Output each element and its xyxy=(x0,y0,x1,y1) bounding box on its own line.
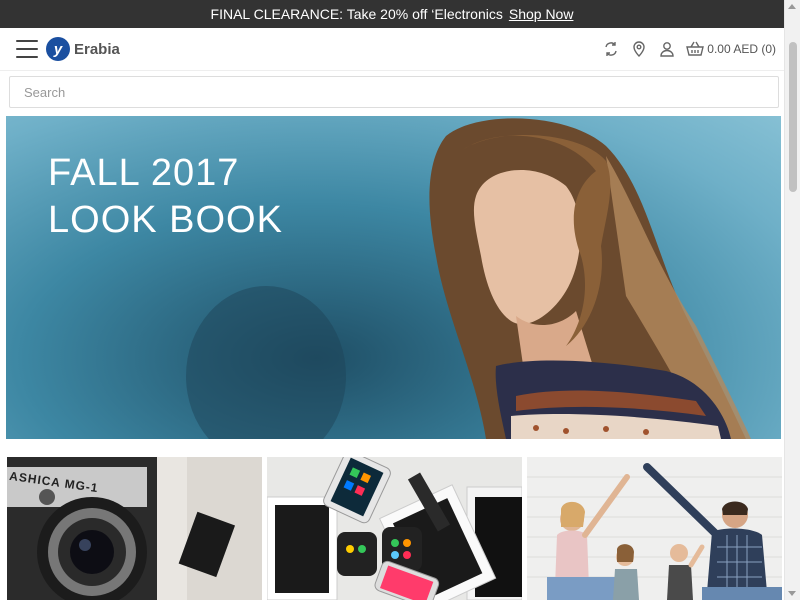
hero-title-line1: FALL 2017 xyxy=(48,152,240,194)
family-image xyxy=(527,457,782,600)
shop-now-link[interactable]: Shop Now xyxy=(509,6,574,22)
cart-summary: 0.00 AED (0) xyxy=(707,42,776,56)
location-pin-icon[interactable] xyxy=(630,40,648,58)
hero-title: FALL 2017 LOOK BOOK xyxy=(48,150,283,244)
menu-icon[interactable] xyxy=(16,40,38,58)
user-icon[interactable] xyxy=(658,40,676,58)
devices-image xyxy=(267,457,522,600)
page-scrollbar[interactable] xyxy=(784,0,800,600)
page: FINAL CLEARANCE: Take 20% off ‘Electroni… xyxy=(0,0,784,600)
logo-mark: y xyxy=(46,37,70,61)
scroll-up-arrow-icon[interactable] xyxy=(788,4,796,9)
scroll-thumb[interactable] xyxy=(789,42,797,192)
tile-devices[interactable] xyxy=(267,457,522,600)
logo[interactable]: y Erabia xyxy=(46,37,120,61)
hero-banner[interactable]: FALL 2017 LOOK BOOK xyxy=(6,116,781,439)
basket-icon xyxy=(686,41,705,56)
tile-family[interactable] xyxy=(527,457,782,600)
category-tiles: ASHICA MG-1 xyxy=(7,457,782,600)
logo-text: Erabia xyxy=(74,40,120,58)
promo-bar: FINAL CLEARANCE: Take 20% off ‘Electroni… xyxy=(0,0,784,28)
promo-text: FINAL CLEARANCE: Take 20% off ‘Electroni… xyxy=(210,6,503,22)
cart-button[interactable]: 0.00 AED (0) xyxy=(686,41,776,57)
hero-title-line2: LOOK BOOK xyxy=(48,199,283,241)
search-bar xyxy=(0,71,784,108)
site-header: y Erabia 0.00 AED (0) xyxy=(0,28,784,71)
tile-camera[interactable]: ASHICA MG-1 xyxy=(7,457,262,600)
refresh-icon[interactable] xyxy=(602,40,620,58)
scroll-down-arrow-icon[interactable] xyxy=(788,591,796,596)
search-input[interactable] xyxy=(9,76,779,108)
